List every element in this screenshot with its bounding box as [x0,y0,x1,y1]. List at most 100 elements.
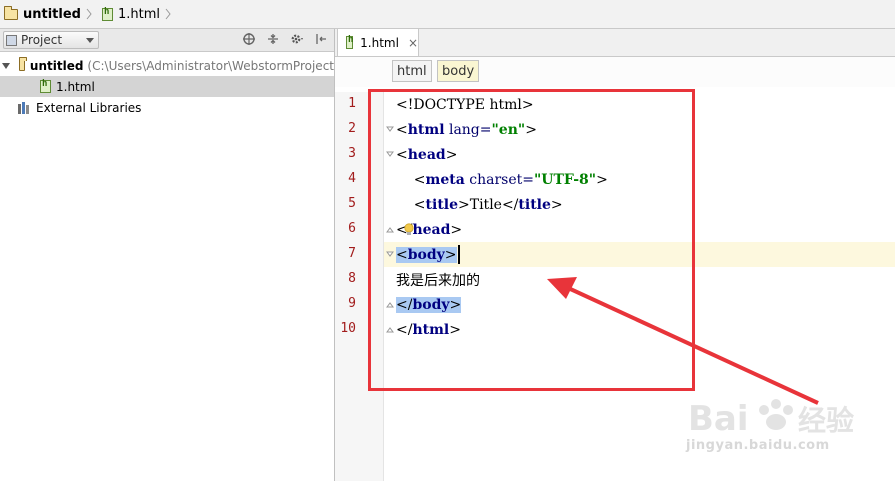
code-token: < [396,146,408,163]
project-tree: untitled (C:\Users\Administrator\Webstor… [0,52,334,118]
code-token: body [412,296,450,313]
scroll-from-source-icon[interactable] [242,32,256,46]
project-panel: Project untitled (C:\Users\Administrator… [0,29,335,481]
project-view-label: Project [21,33,63,47]
nav-crumb-project[interactable]: untitled [0,0,98,28]
intention-bulb-icon[interactable] [404,223,414,236]
code-token: < [396,171,426,188]
folder-icon [18,57,27,71]
code-token: < [396,196,426,213]
line-number: 6 [348,221,356,236]
panel-toolbar [242,32,328,46]
breadcrumb-body[interactable]: body [437,60,480,82]
code-token: > [449,296,462,313]
code-line[interactable]: < head > [396,142,457,167]
code-token: >Title</ [458,196,519,213]
code-token: meta [425,171,465,188]
code-token: title [425,196,459,213]
code-token: > [450,221,463,238]
close-tab-icon[interactable]: × [408,36,418,50]
code-token: title [518,196,551,213]
code-line[interactable]: < title >Title</title > [396,192,563,217]
code-token: > [525,121,537,138]
gear-icon[interactable] [290,32,304,46]
project-view-select[interactable]: Project [3,31,99,49]
tree-root-label: untitled [29,58,84,73]
tree-root-path: (C:\Users\Administrator\WebstormProject [87,58,334,73]
tree-item-root[interactable]: untitled (C:\Users\Administrator\Webstor… [0,55,334,76]
line-number: 4 [348,171,356,186]
collapse-all-icon[interactable] [266,32,280,46]
html-file-icon [346,35,354,49]
text-cursor [457,245,460,264]
tab-1-html[interactable]: 1.html × [337,29,419,56]
fold-marker-icon[interactable] [386,125,394,134]
tag-breadcrumb-bar: html body [335,57,895,87]
line-number: 10 [340,321,356,336]
line-number: 2 [348,121,356,136]
line-number: 1 [348,96,356,111]
line-number: 8 [348,271,356,286]
code-token: head [407,146,446,163]
project-panel-header: Project [0,29,334,52]
fold-marker-icon[interactable] [386,225,394,234]
nav-file-label: 1.html [117,6,160,22]
code-token: "en" [491,121,526,138]
fold-marker-icon[interactable] [386,150,394,159]
code-token: > [445,146,458,163]
line-number: 7 [348,246,356,261]
code-token: html [412,321,450,338]
tab-label: 1.html [360,35,399,50]
editor-area: 1.html × html body 1 2 3 4 5 6 7 8 9 10 <!DOCTYPE… [335,29,895,481]
line-number: 5 [348,196,356,211]
line-number-gutter: 1 2 3 4 5 6 7 8 9 10 [335,92,384,481]
nav-crumb-file[interactable]: 1.html [98,0,177,28]
code-line[interactable]: </body > [396,292,462,317]
line-number: 3 [348,146,356,161]
code-area[interactable]: <!DOCTYPE html> < html lang= "en" > < head > < m… [384,92,895,481]
expand-arrow-icon[interactable] [2,62,10,69]
code-token: </ [396,321,413,338]
editor-tab-bar: 1.html × [335,29,895,57]
code-line[interactable]: 我是后来加的 [396,267,480,292]
fold-marker-icon[interactable] [386,250,394,259]
tree-file-label: 1.html [56,79,95,94]
html-file-icon [40,79,51,93]
code-token: html [407,121,445,138]
code-token: head [412,221,451,238]
code-token: lang= [444,121,492,138]
code-token: > [449,321,461,338]
current-line-highlight [384,242,895,267]
code-token: 我是后来加的 [396,272,480,289]
line-number: 9 [348,296,356,311]
breadcrumb-html[interactable]: html [392,60,432,82]
code-token: > [596,171,608,188]
project-view-icon [6,34,17,46]
code-token: charset= [464,171,534,188]
code-token: <!DOCTYPE html> [396,96,534,113]
code-line[interactable]: < html lang= "en" > [396,117,537,142]
code-token: body [407,246,445,263]
fold-marker-icon[interactable] [386,300,394,309]
folder-icon [3,5,18,20]
tree-ext-libs-label: External Libraries [36,100,142,115]
code-token: < [396,246,408,263]
nav-project-label: untitled [23,6,81,22]
chevron-right-icon [165,8,171,20]
code-token: > [550,196,563,213]
dropdown-arrow-icon [86,38,94,43]
tree-item-external-libraries[interactable]: External Libraries [0,97,334,118]
tree-item-file[interactable]: 1.html [0,76,334,97]
navigation-bar: untitled 1.html [0,0,895,29]
code-line[interactable]: < meta charset= "UTF-8" > [396,167,608,192]
code-token: </ [396,296,413,313]
code-line[interactable]: </html > [396,317,461,342]
code-token: > [444,246,457,263]
code-token: "UTF-8" [533,171,597,188]
code-line[interactable]: < body > [396,242,460,267]
library-icon [18,101,31,114]
code-line[interactable]: <!DOCTYPE html> [396,92,534,117]
hide-panel-icon[interactable] [314,32,328,46]
fold-marker-icon[interactable] [386,325,394,334]
code-token: < [396,121,408,138]
